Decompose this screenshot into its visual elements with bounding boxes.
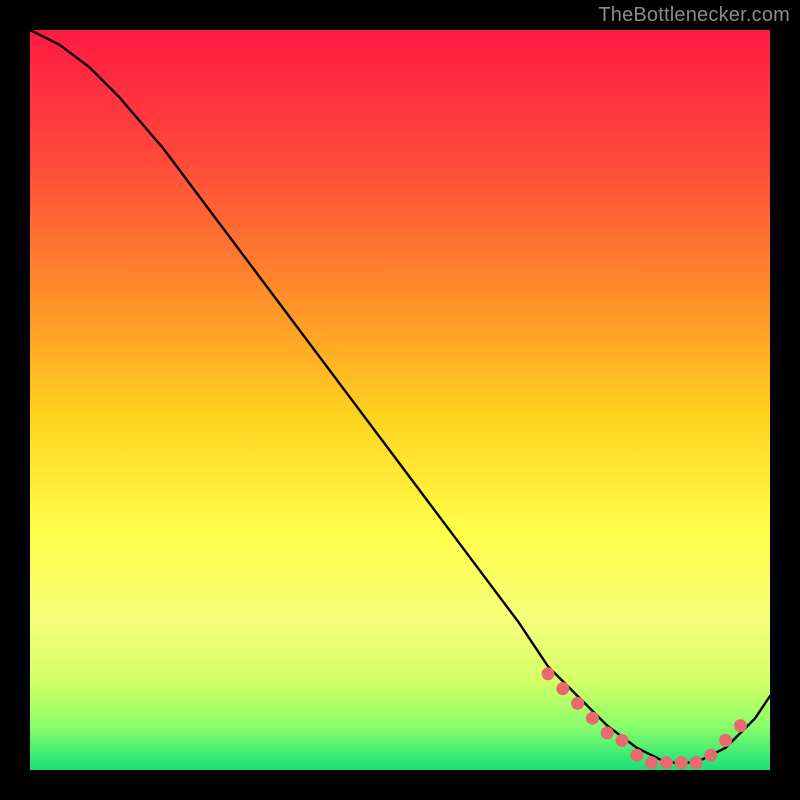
marker-dot [660, 756, 673, 769]
attribution-text: TheBottlenecker.com [598, 4, 790, 27]
chart-svg [0, 0, 800, 800]
marker-dot [586, 712, 599, 725]
chart-container: { "attribution": "TheBottlenecker.com", … [0, 0, 800, 800]
marker-dot [571, 697, 584, 710]
marker-dot [556, 682, 569, 695]
plot-area [30, 30, 770, 770]
marker-dot [734, 719, 747, 732]
marker-dot [645, 756, 658, 769]
marker-dot [719, 734, 732, 747]
marker-dot [704, 749, 717, 762]
marker-dot [601, 727, 614, 740]
marker-dot [690, 756, 703, 769]
marker-dot [675, 756, 688, 769]
marker-dot [616, 734, 629, 747]
marker-dot [630, 749, 643, 762]
marker-dot [542, 667, 555, 680]
